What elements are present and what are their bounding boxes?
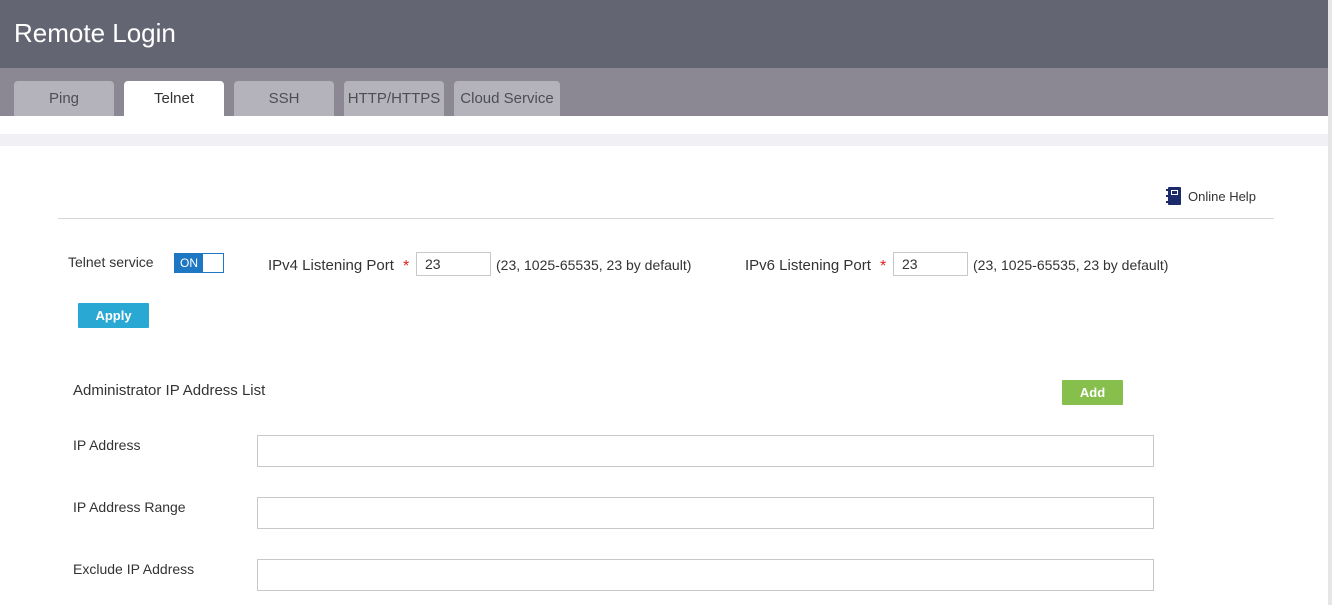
ipv4-port-label: IPv4 Listening Port <box>268 257 394 274</box>
ip-range-label: IP Address Range <box>73 499 186 515</box>
ipv4-port-input[interactable] <box>416 252 491 276</box>
tab-cloud-service[interactable]: Cloud Service <box>454 81 560 116</box>
telnet-service-toggle[interactable]: ON <box>174 253 224 273</box>
ip-address-label: IP Address <box>73 437 141 453</box>
book-icon <box>1166 187 1181 205</box>
online-help-link[interactable]: Online Help <box>1165 185 1256 207</box>
admin-list-title: Administrator IP Address List <box>73 382 266 399</box>
ipv6-port-label: IPv6 Listening Port <box>745 257 871 274</box>
ip-address-input[interactable] <box>257 435 1154 467</box>
divider <box>58 218 1274 219</box>
tab-http-https[interactable]: HTTP/HTTPS <box>344 81 444 116</box>
ipv6-required-mark: * <box>880 258 887 275</box>
toggle-on-label: ON <box>175 254 203 272</box>
tab-telnet[interactable]: Telnet <box>124 81 224 116</box>
ipv6-port-input[interactable] <box>893 252 968 276</box>
online-help-label: Online Help <box>1188 188 1256 204</box>
telnet-service-label: Telnet service <box>68 254 154 270</box>
ipv6-port-hint: (23, 1025-65535, 23 by default) <box>973 257 1169 273</box>
ipv4-port-hint: (23, 1025-65535, 23 by default) <box>496 257 692 273</box>
exclude-ip-input[interactable] <box>257 559 1154 591</box>
tab-ssh[interactable]: SSH <box>234 81 334 116</box>
tab-bar: Ping Telnet SSH HTTP/HTTPS Cloud Service <box>0 68 1328 116</box>
section-band <box>0 134 1328 146</box>
exclude-ip-label: Exclude IP Address <box>73 561 195 577</box>
ip-range-input[interactable] <box>257 497 1154 529</box>
page-title: Remote Login <box>14 18 176 48</box>
page-header: Remote Login <box>0 0 1328 68</box>
add-button[interactable]: Add <box>1062 380 1123 405</box>
ipv4-required-mark: * <box>403 258 410 275</box>
apply-button[interactable]: Apply <box>78 303 149 328</box>
scrollbar[interactable] <box>1328 0 1332 605</box>
tab-ping[interactable]: Ping <box>14 81 114 116</box>
